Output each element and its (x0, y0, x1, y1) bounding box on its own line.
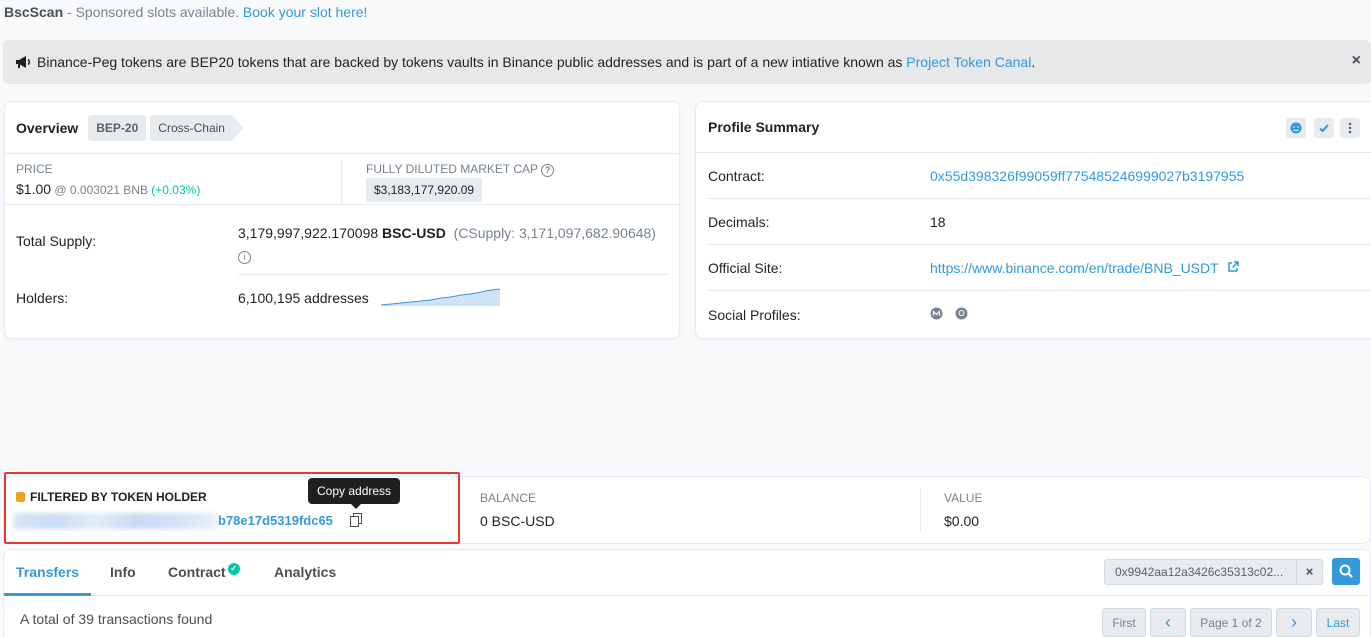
contract-row: Contract: 0x55d398326f99059ff77548524699… (708, 153, 1371, 199)
banner-text: Binance-Peg tokens are BEP20 tokens that… (37, 54, 903, 70)
official-site-label: Official Site: (708, 259, 783, 276)
profile-header: Profile Summary (696, 102, 1371, 153)
price-change: (+0.03%) (151, 183, 201, 197)
pager-last-button[interactable]: Last (1316, 608, 1360, 637)
value-value: $0.00 (944, 513, 980, 529)
total-supply-label: Total Supply: (16, 233, 97, 249)
mcap-value: $3,183,177,920.09 (366, 178, 483, 202)
holders-label: Holders: (16, 290, 69, 306)
tab-info[interactable]: Info (110, 564, 136, 580)
book-slot-link[interactable]: Book your slot here! (243, 4, 368, 20)
pager-first-button[interactable]: First (1102, 608, 1146, 637)
help-circle-icon[interactable]: ? (541, 164, 555, 177)
tabs-separator (4, 595, 1371, 596)
profile-summary-card: Profile Summary Contract: 0x55d398326f99… (695, 101, 1371, 339)
overview-separator (5, 204, 679, 205)
sponsor-brand: BscScan (4, 4, 64, 20)
price-value: $1.00 (16, 181, 52, 197)
supply-amount: 3,179,997,922.170098 (238, 225, 379, 241)
mcap-label: FULLY DILUTED MARKET CAP ? (366, 162, 555, 177)
clear-filter-icon[interactable]: × (1297, 559, 1323, 585)
medium-icon[interactable] (930, 307, 943, 323)
info-circle-icon[interactable]: i (238, 251, 251, 264)
decimals-label: Decimals: (708, 213, 770, 230)
banner-suffix: . (1031, 54, 1036, 70)
emoji-icon[interactable] (1286, 118, 1306, 138)
results-summary: A total of 39 transactions found (20, 611, 213, 627)
social-profiles-label: Social Profiles: (708, 307, 801, 323)
price-bnb: @ 0.003021 BNB (51, 183, 152, 197)
balance-divider (920, 488, 921, 532)
decimals-row: Decimals: 18 (708, 199, 1371, 245)
csupply-value: (CSupply: 3,171,097,682.90648) (453, 225, 656, 241)
search-icon (1339, 564, 1353, 578)
tab-contract-label: Contract (168, 564, 226, 580)
pager-page-indicator: Page 1 of 2 (1190, 608, 1272, 637)
tab-contract[interactable]: Contract ✓ (168, 563, 240, 581)
search-button[interactable] (1332, 558, 1360, 585)
external-link-icon[interactable] (1227, 260, 1239, 276)
cross-chain-tag[interactable]: Cross-Chain (150, 114, 243, 141)
value-label: VALUE (944, 491, 983, 505)
contract-label: Contract: (708, 167, 765, 184)
tab-analytics[interactable]: Analytics (274, 564, 336, 580)
highlight-box (4, 472, 460, 544)
github-icon[interactable] (955, 307, 968, 323)
megaphone-icon (15, 55, 31, 69)
profile-title: Profile Summary (708, 119, 820, 135)
social-profiles-row: Social Profiles: (708, 292, 1371, 338)
contract-address-link[interactable]: 0x55d398326f99059ff775485246999027b31979… (930, 168, 1244, 184)
pager-next-button[interactable]: › (1276, 608, 1312, 637)
tab-transfers[interactable]: Transfers (16, 564, 79, 580)
banner-close-icon[interactable]: × (1352, 52, 1361, 70)
holders-separator (238, 274, 668, 275)
pager-prev-button[interactable]: ‹ (1150, 608, 1186, 637)
project-token-canal-link[interactable]: Project Token Canal (906, 54, 1031, 70)
total-supply-value: 3,179,997,922.170098 BSC-USD (CSupply: 3… (238, 223, 668, 265)
sponsor-text: - Sponsored slots available. (63, 4, 243, 20)
holders-sparkline (381, 288, 501, 306)
verified-check-icon: ✓ (227, 563, 240, 575)
decimals-value: 18 (930, 213, 946, 230)
holders-value: 6,100,195 addresses (238, 290, 369, 306)
more-vertical-icon[interactable] (1340, 118, 1360, 138)
active-tab-indicator (4, 593, 91, 596)
sponsor-line: BscScan - Sponsored slots available. Boo… (4, 4, 367, 20)
bep20-tag: BEP-20 (88, 114, 147, 141)
balance-label: BALANCE (480, 491, 537, 505)
official-site-link[interactable]: https://www.binance.com/en/trade/BNB_USD… (930, 260, 1219, 276)
mcap-chip-wrap: $3,183,177,920.09 (366, 178, 483, 202)
price-line: $1.00 @ 0.003021 BNB (+0.03%) (16, 181, 200, 197)
info-banner: Binance-Peg tokens are BEP20 tokens that… (3, 40, 1371, 84)
overview-title: Overview (16, 119, 79, 136)
address-filter-input[interactable]: 0x9942aa12a3426c35313c02... (1104, 559, 1297, 585)
mcap-label-text: FULLY DILUTED MARKET CAP (366, 162, 538, 176)
overview-divider (341, 160, 342, 204)
supply-symbol: BSC-USD (382, 225, 446, 241)
overview-header: Overview BEP-20 Cross-Chain (5, 102, 679, 154)
price-label: PRICE (16, 162, 53, 176)
official-site-row: Official Site: https://www.binance.com/e… (708, 245, 1371, 291)
overview-card: Overview BEP-20 Cross-Chain PRICE $1.00 … (4, 101, 680, 339)
balance-value: 0 BSC-USD (480, 513, 555, 529)
checkmark-icon[interactable] (1314, 118, 1334, 138)
